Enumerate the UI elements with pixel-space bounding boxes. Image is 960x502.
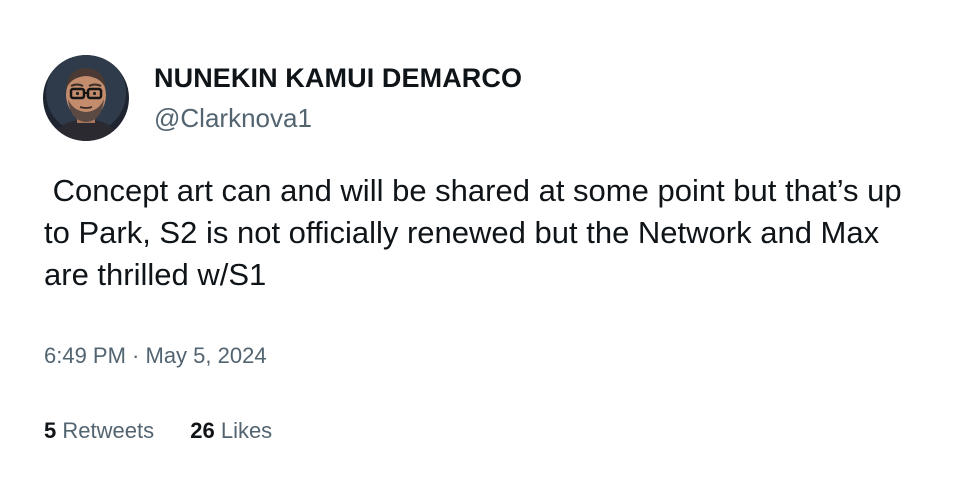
tweet-time: 6:49 PM xyxy=(44,343,126,368)
retweets-count: 5 xyxy=(44,418,57,443)
tweet-card: NUNEKIN KAMUI DEMARCO @Clarknova1 Concep… xyxy=(0,0,960,502)
retweets-stat[interactable]: 5 Retweets xyxy=(44,418,154,444)
likes-label: Likes xyxy=(220,418,273,443)
tweet-timestamp[interactable]: 6:49 PM · May 5, 2024 xyxy=(44,343,267,369)
author-display-name[interactable]: NUNEKIN KAMUI DEMARCO xyxy=(154,63,522,94)
likes-stat[interactable]: 26 Likes xyxy=(190,418,272,444)
tweet-date: May 5, 2024 xyxy=(145,343,267,368)
timestamp-separator: · xyxy=(125,343,146,368)
author-handle[interactable]: @Clarknova1 xyxy=(154,103,312,134)
tweet-text: Concept art can and will be shared at so… xyxy=(44,173,911,292)
tweet-stats: 5 Retweets 26 Likes xyxy=(44,418,302,444)
likes-count: 26 xyxy=(190,418,215,443)
retweets-label: Retweets xyxy=(62,418,155,443)
user-avatar-icon[interactable] xyxy=(43,55,129,141)
